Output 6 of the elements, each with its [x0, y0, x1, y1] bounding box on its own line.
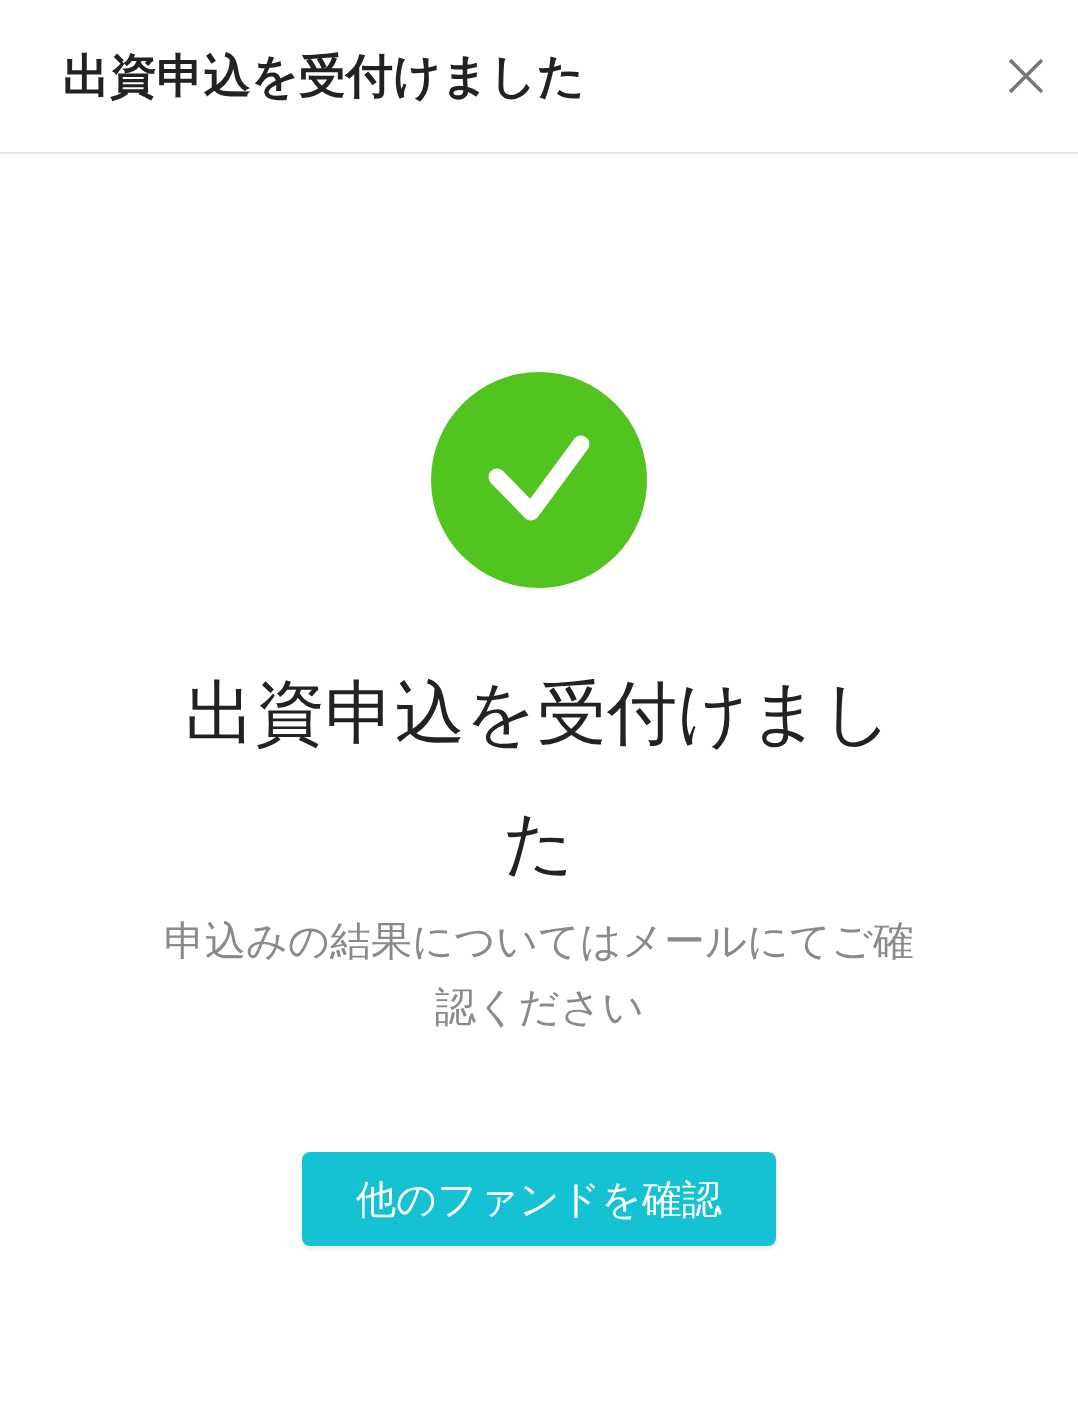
result-heading: 出資申込を受付けました [184, 671, 894, 886]
close-icon[interactable] [1008, 58, 1044, 94]
other-funds-button[interactable]: 他のファンドを確認 [302, 1152, 776, 1246]
result-message: 申込みの結果についてはメールにてご確認ください [163, 916, 915, 1033]
success-check-icon [431, 372, 647, 588]
dialog-title: 出資申込を受付けました [63, 46, 585, 105]
